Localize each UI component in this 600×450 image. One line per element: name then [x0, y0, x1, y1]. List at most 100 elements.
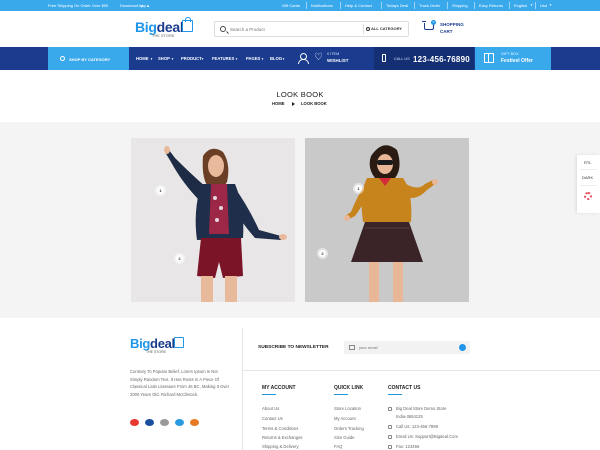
lookbook-image: 1 2 — [131, 138, 295, 302]
search-input[interactable] — [230, 24, 360, 34]
gift-icon — [484, 53, 494, 63]
cart-label: CART — [440, 29, 453, 34]
newsletter-form — [344, 341, 470, 354]
nav-item-product[interactable]: PRODUCT — [181, 56, 202, 61]
shop-by-category-button[interactable]: SHOP BY CATEGORY — [48, 47, 129, 70]
fax-icon — [388, 445, 392, 449]
lookbook-hotspot[interactable]: 2 — [176, 255, 183, 262]
footer-link-shipping[interactable]: Shipping & Delivery — [262, 444, 299, 449]
newsletter-email-input[interactable] — [359, 343, 449, 352]
chevron-down-icon[interactable]: ▼ — [549, 3, 552, 7]
rtl-toggle[interactable]: RTL — [584, 160, 591, 165]
phone-icon — [388, 425, 392, 429]
theme-switcher: RTL DARK — [577, 155, 600, 213]
lookbook-hotspot[interactable]: 1 — [157, 187, 164, 194]
nav-item-pages[interactable]: PAGES — [246, 56, 260, 61]
nav-item-shop[interactable]: SHOP — [158, 56, 170, 61]
track-order-link[interactable]: Track Order — [419, 3, 440, 8]
chevron-down-icon: ▼ — [201, 56, 204, 61]
footer-link-size-guide[interactable]: Size Guide — [334, 435, 354, 440]
amex-icon — [160, 419, 169, 426]
breadcrumb-home[interactable]: HOME — [272, 101, 285, 106]
contact-phone[interactable]: Call Us: 123-456-7898 — [396, 424, 438, 429]
nav-item-blog[interactable]: BLOG — [270, 56, 282, 61]
divider — [306, 2, 307, 9]
logo-wordmark: Bigdeal — [135, 19, 184, 35]
model-photo — [131, 138, 295, 302]
main-nav: SHOP BY CATEGORY HOME ▼ SHOP ▼ PRODUCT ▼… — [0, 47, 600, 70]
globe-icon — [60, 56, 65, 61]
footer-link-about-us[interactable]: About Us — [262, 406, 279, 411]
footer-link-store-location[interactable]: Store Location — [334, 406, 361, 411]
footer-link-faq[interactable]: FAQ — [334, 444, 342, 449]
visa-icon — [145, 419, 154, 426]
notifications-link[interactable]: Notifications — [311, 3, 333, 8]
chevron-down-icon: ▼ — [282, 56, 285, 61]
lookbook-image: 1 2 — [305, 138, 469, 302]
contact-address-line2: India-3654125 — [396, 414, 423, 419]
footer-link-my-account[interactable]: My Account — [334, 416, 356, 421]
lookbook-section: 1 2 1 2 — [0, 122, 600, 318]
mail-icon — [388, 435, 392, 439]
wishlist-link[interactable]: WISHLIST — [327, 58, 349, 63]
user-icon[interactable] — [298, 53, 309, 64]
gift-box-offer[interactable]: GIFT BOX Festivel Offer — [475, 47, 551, 70]
android-icon[interactable]: ▲ — [146, 3, 150, 8]
chevron-down-icon: ▼ — [171, 56, 174, 61]
chevron-down-icon: ▼ — [261, 56, 264, 61]
footer-link-orders-tracking[interactable]: Orders Tracking — [334, 426, 364, 431]
footer-link-returns[interactable]: Returns & Exchanges — [262, 435, 303, 440]
contact-fax: Fax: 123456 — [396, 444, 420, 449]
logo-wordmark: Bigdeal — [130, 336, 175, 351]
divider — [340, 2, 341, 9]
heart-icon[interactable]: ♡ — [314, 53, 323, 63]
divider — [242, 328, 243, 450]
chevron-down-icon[interactable]: ▼ — [530, 3, 533, 7]
quick-link-heading: QUICK LINK — [334, 385, 364, 391]
apple-icon[interactable]: ● — [141, 3, 143, 8]
header: Bigdeal THE STORE ALL CATEGORY 0 SHOPPIN… — [0, 11, 600, 47]
contact-email[interactable]: Email Us: Support@Bigdeal.Com — [396, 434, 458, 439]
easy-returns-link[interactable]: Easy Returns — [479, 3, 503, 8]
phone-icon — [382, 54, 386, 62]
divider — [447, 2, 448, 9]
todays-deal-link[interactable]: Todays Deal — [386, 3, 408, 8]
discover-icon — [190, 419, 199, 426]
divider — [535, 2, 536, 9]
divider — [474, 2, 475, 9]
shopping-cart[interactable]: 0 SHOPPING CART — [422, 20, 484, 39]
nav-item-features[interactable]: FEATURES — [212, 56, 234, 61]
page-header: LOOK BOOK HOME LOOK BOOK — [0, 70, 600, 122]
subscribe-button[interactable] — [459, 344, 466, 351]
logo[interactable]: Bigdeal THE STORE — [135, 17, 197, 43]
contact-address: Big Deal Store Demo Store — [396, 406, 447, 411]
gift-cards-link[interactable]: Gift Cards — [282, 3, 300, 8]
nav-item-home[interactable]: HOME — [136, 56, 149, 61]
call-us-label: CALL US — [394, 57, 410, 61]
shipping-link[interactable]: Shipping — [452, 3, 468, 8]
divider — [242, 370, 600, 371]
color-picker-icon[interactable] — [584, 192, 592, 200]
shopping-bag-icon — [174, 337, 184, 348]
category-select[interactable]: ALL CATEGORY — [371, 26, 402, 31]
contact-us-heading: CONTACT US — [388, 385, 421, 391]
search-icon[interactable] — [220, 26, 226, 32]
mail-icon — [349, 345, 355, 350]
divider — [580, 185, 597, 186]
footer-link-terms[interactable]: Terms & Conditions — [262, 426, 298, 431]
help-contact-link[interactable]: Help & Contact — [345, 3, 372, 8]
footer-logo[interactable]: Bigdeal THE STORE — [130, 336, 200, 358]
model-photo — [305, 138, 469, 302]
paypal-icon — [175, 419, 184, 426]
lookbook-hotspot[interactable]: 2 — [319, 250, 326, 257]
footer-link-contact-us[interactable]: Contact Us — [262, 416, 283, 421]
chevron-right-icon — [292, 101, 295, 106]
dark-mode-toggle[interactable]: DARK — [582, 175, 593, 180]
lookbook-hotspot[interactable]: 1 — [355, 185, 362, 192]
phone-number[interactable]: 123-456-76890 — [413, 55, 470, 64]
language-select[interactable]: English — [514, 3, 527, 8]
festival-offer-label: Festivel Offer — [501, 58, 533, 64]
divider — [363, 24, 364, 34]
currency-select[interactable]: Usd — [540, 3, 547, 8]
logo-tagline: THE STORE — [146, 350, 166, 354]
